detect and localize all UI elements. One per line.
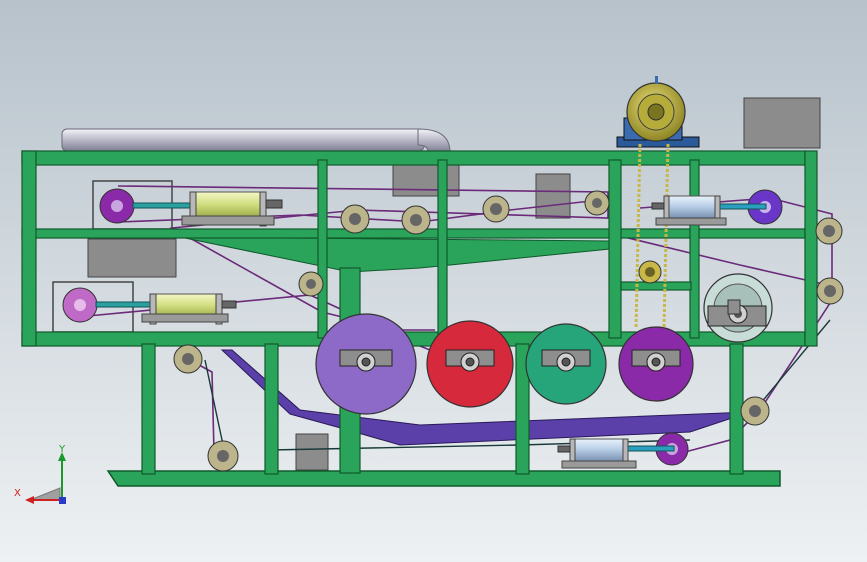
frame-blocks bbox=[727, 299, 741, 315]
base-plate bbox=[106, 470, 781, 487]
belt-filter-press-model: Y X bbox=[0, 0, 867, 562]
cad-viewport: Y X bbox=[0, 0, 867, 562]
x-axis-label: X bbox=[14, 488, 21, 499]
z-axis-marker bbox=[59, 497, 66, 504]
y-axis-label: Y bbox=[58, 444, 66, 455]
feed-pipe bbox=[61, 128, 451, 153]
sprocket-hub bbox=[645, 267, 655, 277]
